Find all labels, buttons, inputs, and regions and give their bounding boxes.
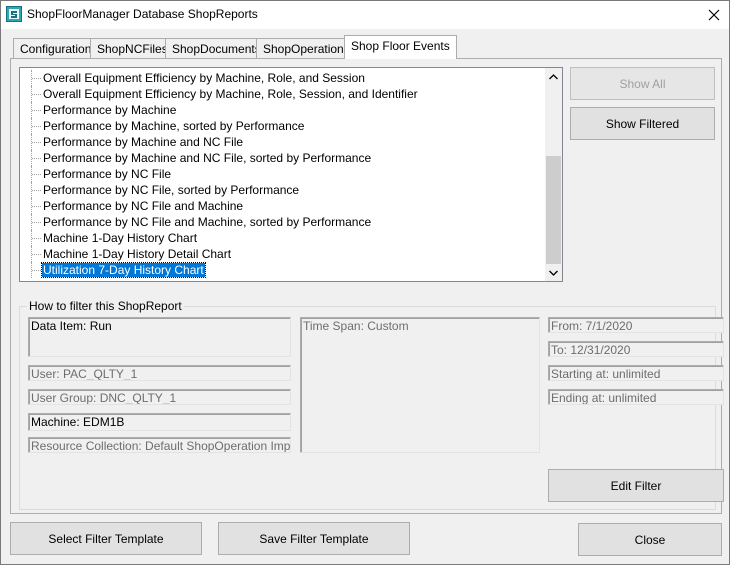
list-item[interactable]: Performance by NC File, sorted by Perfor… bbox=[20, 182, 545, 198]
select-filter-template-label: Select Filter Template bbox=[48, 531, 164, 546]
list-item-label: Overall Equipment Efficiency by Machine,… bbox=[43, 87, 418, 101]
user-field: User: PAC_QLTY_1 bbox=[28, 365, 291, 381]
from-date-field: From: 7/1/2020 bbox=[548, 317, 724, 333]
starting-at-field: Starting at: unlimited bbox=[548, 365, 724, 381]
time-span-field: Time Span: Custom bbox=[300, 317, 540, 453]
data-item-field: Data Item: Run bbox=[28, 317, 291, 357]
filter-group-label: How to filter this ShopReport bbox=[27, 299, 184, 313]
tab-shopncfiles[interactable]: ShopNCFiles bbox=[90, 38, 175, 58]
show-all-label: Show All bbox=[619, 76, 666, 91]
user-group-field: User Group: DNC_QLTY_1 bbox=[28, 389, 291, 405]
filter-groupbox: How to filter this ShopReport Data Item:… bbox=[19, 299, 724, 510]
show-all-button[interactable]: Show All bbox=[570, 67, 715, 100]
tree-connector bbox=[31, 166, 41, 182]
list-item-label: Performance by NC File bbox=[43, 167, 172, 181]
tab-panel: Overall Equipment Efficiency by Machine,… bbox=[10, 58, 724, 514]
select-filter-template-button[interactable]: Select Filter Template bbox=[10, 522, 202, 555]
list-item-label: Performance by NC File and Machine bbox=[43, 199, 244, 213]
list-item-label: Performance by NC File, sorted by Perfor… bbox=[43, 183, 300, 197]
tab-label: Shop Floor Events bbox=[351, 39, 450, 53]
list-item[interactable]: Performance by NC File and Machine, sort… bbox=[20, 214, 545, 230]
tree-connector bbox=[31, 102, 41, 118]
tab-shopdocuments[interactable]: ShopDocuments bbox=[165, 38, 268, 58]
list-item[interactable]: Overall Equipment Efficiency by Machine,… bbox=[20, 86, 545, 102]
list-item-label: Performance by Machine and NC File bbox=[43, 135, 244, 149]
tab-label: ShopDocuments bbox=[172, 42, 261, 56]
list-item-label: Performance by NC File and Machine, sort… bbox=[43, 215, 372, 229]
report-dialog: ShopFloorManager Database ShopReports Co… bbox=[0, 0, 730, 565]
list-item[interactable]: Overall Equipment Efficiency by Machine,… bbox=[20, 70, 545, 86]
show-filtered-label: Show Filtered bbox=[605, 116, 680, 131]
list-item-label: Performance by Machine, sorted by Perfor… bbox=[43, 119, 305, 133]
tree-connector bbox=[31, 182, 41, 198]
tab-configuration[interactable]: Configuration bbox=[13, 38, 99, 58]
list-item[interactable]: Machine 1-Day History Detail Chart bbox=[20, 246, 545, 262]
to-date-field: To: 12/31/2020 bbox=[548, 341, 724, 357]
list-item[interactable]: Performance by Machine bbox=[20, 102, 545, 118]
close-button[interactable]: Close bbox=[578, 523, 722, 556]
close-window-button[interactable] bbox=[699, 1, 729, 29]
list-item[interactable]: Performance by Machine and NC File, sort… bbox=[20, 150, 545, 166]
show-filtered-button[interactable]: Show Filtered bbox=[570, 107, 715, 140]
tree-connector bbox=[31, 150, 41, 166]
title-bar: ShopFloorManager Database ShopReports bbox=[1, 1, 729, 29]
list-item-label: Overall Equipment Efficiency by Machine,… bbox=[43, 71, 365, 85]
scroll-up-icon[interactable] bbox=[545, 68, 562, 85]
close-icon bbox=[708, 9, 720, 21]
tab-label: ShopOperations bbox=[263, 42, 350, 56]
vertical-scrollbar[interactable] bbox=[545, 68, 562, 281]
list-item-label: Performance by Machine and NC File, sort… bbox=[43, 151, 372, 165]
report-list[interactable]: Overall Equipment Efficiency by Machine,… bbox=[19, 67, 563, 282]
report-list-items: Overall Equipment Efficiency by Machine,… bbox=[20, 70, 545, 278]
list-item[interactable]: Performance by NC File bbox=[20, 166, 545, 182]
list-item[interactable]: Performance by Machine, sorted by Perfor… bbox=[20, 118, 545, 134]
tree-connector bbox=[31, 262, 41, 278]
list-item[interactable]: Utilization 7-Day History Chart bbox=[20, 262, 545, 278]
tree-connector bbox=[31, 118, 41, 134]
tab-shop-floor-events[interactable]: Shop Floor Events bbox=[344, 35, 457, 59]
edit-filter-button[interactable]: Edit Filter bbox=[548, 469, 724, 502]
tree-connector bbox=[31, 134, 41, 150]
tab-label: Configuration bbox=[20, 42, 92, 56]
list-item[interactable]: Machine 1-Day History Chart bbox=[20, 230, 545, 246]
machine-field: Machine: EDM1B bbox=[28, 413, 291, 431]
list-item-label: Performance by Machine bbox=[43, 103, 177, 117]
tree-connector bbox=[31, 70, 41, 86]
list-item-label: Machine 1-Day History Chart bbox=[43, 231, 198, 245]
scroll-down-icon[interactable] bbox=[545, 264, 562, 281]
save-filter-template-label: Save Filter Template bbox=[259, 531, 369, 546]
list-item[interactable]: Performance by Machine and NC File bbox=[20, 134, 545, 150]
list-item-label: Machine 1-Day History Detail Chart bbox=[43, 247, 232, 261]
tab-label: ShopNCFiles bbox=[97, 42, 168, 56]
window-title: ShopFloorManager Database ShopReports bbox=[27, 7, 258, 21]
list-item[interactable]: Performance by NC File and Machine bbox=[20, 198, 545, 214]
tree-connector bbox=[31, 230, 41, 246]
tab-shopoperations[interactable]: ShopOperations bbox=[256, 38, 357, 58]
list-item-label: Utilization 7-Day History Chart bbox=[41, 262, 206, 278]
tree-connector bbox=[31, 246, 41, 262]
close-label: Close bbox=[634, 532, 666, 547]
resource-collection-field: Resource Collection: Default ShopOperati… bbox=[28, 437, 291, 453]
scroll-thumb[interactable] bbox=[546, 156, 561, 264]
save-filter-template-button[interactable]: Save Filter Template bbox=[218, 522, 410, 555]
edit-filter-label: Edit Filter bbox=[610, 478, 662, 493]
tree-connector bbox=[31, 198, 41, 214]
ending-at-field: Ending at: unlimited bbox=[548, 389, 724, 405]
tree-connector bbox=[31, 214, 41, 230]
tree-connector bbox=[31, 86, 41, 102]
app-icon bbox=[6, 6, 22, 22]
